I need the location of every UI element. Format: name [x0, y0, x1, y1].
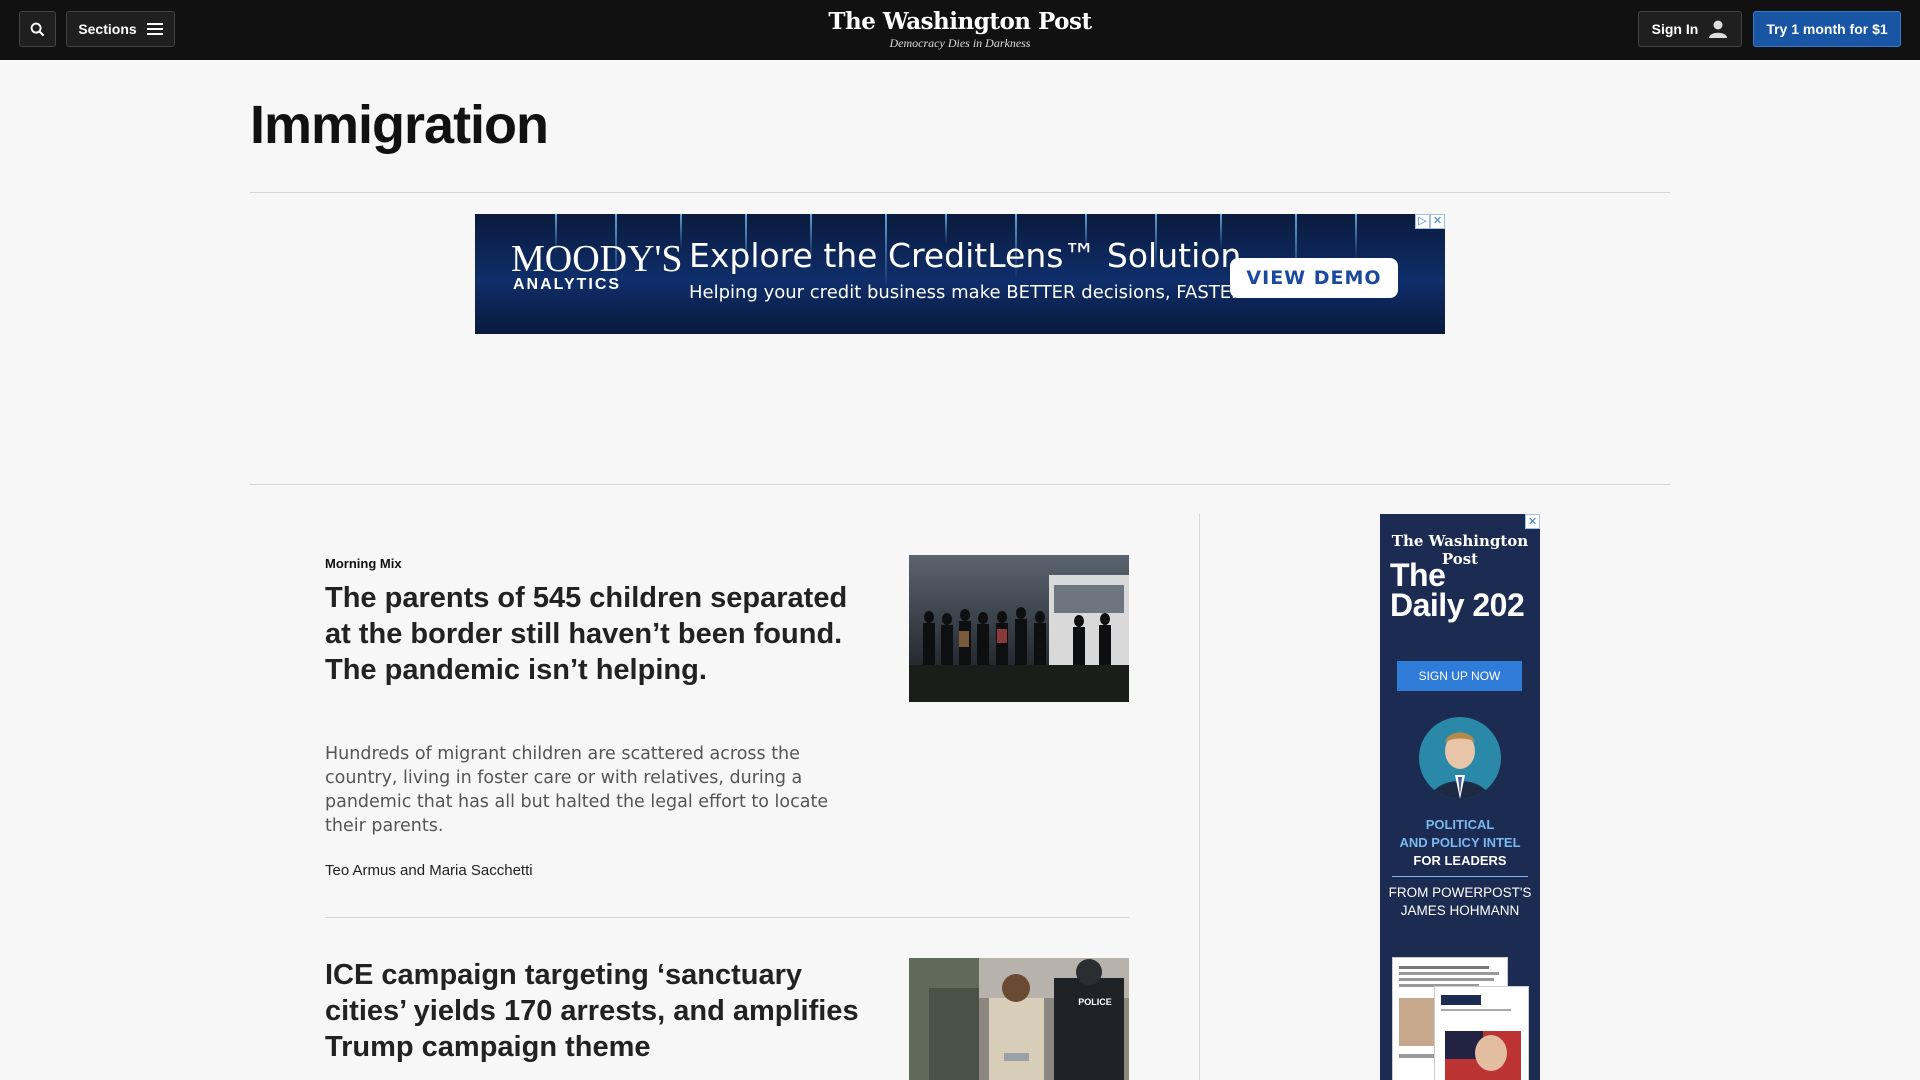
- police-vest-text: POLICE: [1078, 997, 1112, 1007]
- side-ad-intel: POLITICAL AND POLICY INTEL FOR LEADERS: [1380, 816, 1540, 870]
- close-icon[interactable]: ✕: [1430, 214, 1445, 229]
- side-ad-title-line2: Daily 202: [1390, 587, 1525, 623]
- article-headline[interactable]: ICE campaign targeting ‘sanctuary cities…: [325, 957, 865, 1065]
- page-title: Immigration: [250, 95, 549, 155]
- side-ad-signup-button[interactable]: SIGN UP NOW: [1397, 661, 1522, 691]
- article-byline[interactable]: Teo Armus and Maria Sacchetti: [325, 862, 533, 879]
- sidebar-advertisement[interactable]: ✕ The Washington Post The Daily 202 SIGN…: [1380, 514, 1540, 1080]
- adchoices-icon[interactable]: ▷: [1415, 214, 1430, 229]
- close-icon[interactable]: ✕: [1525, 514, 1540, 529]
- ad-divider: [250, 484, 1670, 485]
- sign-in-label: Sign In: [1651, 21, 1699, 37]
- logo-name: The Washington Post: [828, 8, 1092, 35]
- ad-view-demo-button[interactable]: VIEW DEMO: [1230, 258, 1398, 298]
- title-divider: [250, 192, 1670, 193]
- article-photo-migrants-line[interactable]: [909, 555, 1129, 702]
- side-ad-from-line2: JAMES HOHMANN: [1400, 903, 1520, 918]
- top-navigation-bar: Sections The Washington Post Democracy D…: [0, 0, 1920, 60]
- ad-controls: ▷ ✕: [1415, 214, 1445, 229]
- sections-button[interactable]: Sections: [66, 11, 175, 47]
- ad-brand-name: MOODY'S: [511, 238, 683, 280]
- logo-tagline: Democracy Dies in Darkness: [889, 36, 1031, 50]
- ice-arrest-photo-image: POLICE: [909, 958, 1129, 1080]
- user-icon: [1709, 20, 1728, 38]
- washington-post-logo[interactable]: The Washington Post Democracy Dies in Da…: [760, 8, 1160, 50]
- hamburger-menu-icon: [146, 23, 163, 35]
- article-headline[interactable]: The parents of 545 children separated at…: [325, 580, 865, 688]
- side-ad-title-line1: The: [1390, 557, 1446, 593]
- ad-brand-sub: ANALYTICS: [513, 276, 622, 293]
- side-ad-from-line1: FROM POWERPOST'S: [1388, 885, 1532, 900]
- search-icon: [30, 22, 45, 36]
- migrants-photo-image: [909, 555, 1129, 702]
- article-divider: [325, 917, 1129, 918]
- side-ad-intel-line3: FOR LEADERS: [1413, 853, 1507, 868]
- columnist-portrait: [1419, 717, 1501, 799]
- banner-advertisement[interactable]: MOODY'S ANALYTICS Explore the CreditLens…: [475, 214, 1445, 334]
- sections-label: Sections: [78, 21, 137, 37]
- search-button[interactable]: [19, 11, 56, 47]
- side-ad-divider: [1392, 876, 1528, 877]
- side-ad-intel-line2: AND POLICY INTEL: [1399, 835, 1521, 850]
- side-ad-from: FROM POWERPOST'S JAMES HOHMANN: [1380, 884, 1540, 920]
- ad-subline: Helping your credit business make BETTER…: [689, 282, 1244, 303]
- side-ad-title: The Daily 202: [1390, 557, 1525, 623]
- subscribe-button[interactable]: Try 1 month for $1: [1753, 11, 1901, 47]
- article-kicker[interactable]: Morning Mix: [325, 556, 402, 571]
- column-divider: [1199, 514, 1200, 1080]
- article-blurb: Hundreds of migrant children are scatter…: [325, 744, 829, 836]
- article-photo-ice-arrest[interactable]: POLICE: [909, 958, 1129, 1080]
- side-ad-intel-line1: POLITICAL: [1425, 817, 1495, 832]
- ad-headline: Explore the CreditLens™ Solution: [689, 236, 1242, 275]
- sign-in-button[interactable]: Sign In: [1638, 11, 1742, 47]
- newsletter-preview-front: [1434, 986, 1529, 1080]
